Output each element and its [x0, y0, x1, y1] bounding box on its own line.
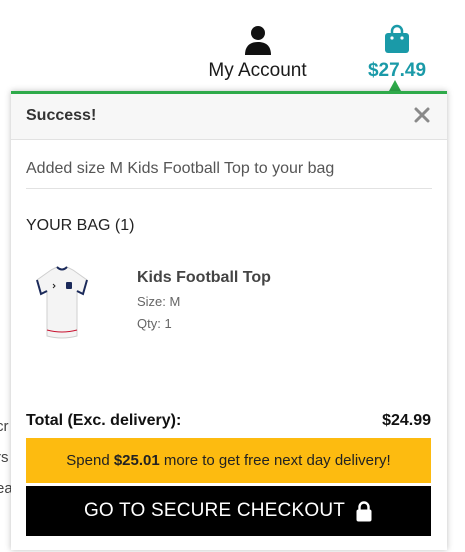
background-text: cr: [0, 418, 9, 435]
bag-total: $27.49: [367, 60, 427, 81]
total-label: Total (Exc. delivery):: [26, 412, 182, 429]
add-to-bag-popup: Success! Added size M Kids Football Top …: [11, 91, 447, 550]
promo-prefix: Spend: [66, 452, 114, 469]
my-account-link[interactable]: My Account: [200, 24, 315, 82]
shopping-bag-icon: [385, 24, 409, 53]
popup-caret: [389, 80, 401, 91]
popup-header: Success!: [11, 94, 447, 140]
secure-checkout-button[interactable]: GO TO SECURE CHECKOUT: [26, 486, 431, 536]
promo-suffix: more to get free next day delivery!: [159, 452, 391, 469]
added-message: Added size M Kids Football Top to your b…: [26, 160, 432, 189]
promo-amount: $25.01: [113, 452, 160, 469]
free-delivery-banner: Spend $25.01 more to get free next day d…: [26, 438, 431, 483]
my-account-label: My Account: [208, 60, 307, 81]
close-icon[interactable]: [411, 104, 433, 126]
total-value: $24.99: [382, 412, 431, 429]
item-name[interactable]: Kids Football Top: [137, 269, 271, 287]
popup-title: Success!: [26, 107, 97, 124]
user-icon: [244, 26, 271, 55]
item-size: Size: M: [137, 294, 181, 309]
bag-link[interactable]: $27.49: [362, 24, 432, 82]
bag-heading: YOUR BAG (1): [26, 217, 135, 234]
lock-icon: [356, 500, 372, 521]
football-shirt-image[interactable]: [33, 264, 91, 342]
checkout-label: GO TO SECURE CHECKOUT: [83, 500, 346, 521]
item-qty: Qty: 1: [137, 316, 172, 331]
background-text: rs: [0, 449, 9, 466]
